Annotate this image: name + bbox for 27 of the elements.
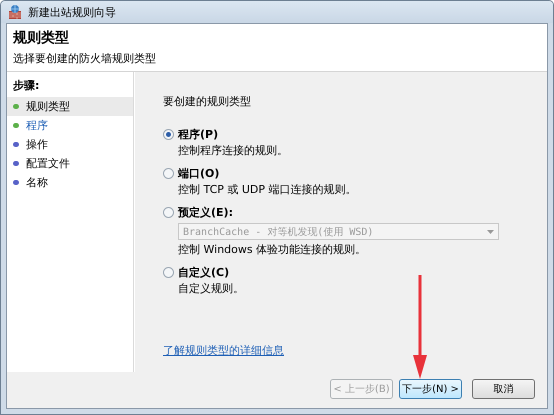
step-item[interactable]: 规则类型 <box>7 97 133 116</box>
page-title: 规则类型 <box>13 29 70 47</box>
option-description: 自定义规则。 <box>177 281 245 296</box>
option-description: 控制程序连接的规则。 <box>177 143 289 158</box>
question-text: 要创建的规则类型 <box>163 94 252 109</box>
option-description: 控制 TCP 或 UDP 端口连接的规则。 <box>177 182 358 197</box>
option-description: 控制 Windows 体验功能连接的规则。 <box>177 242 368 257</box>
option-label[interactable]: 预定义(E): <box>178 205 233 220</box>
steps-heading: 步骤: <box>12 78 40 94</box>
firewall-icon <box>7 4 23 20</box>
radio-button[interactable] <box>163 129 174 140</box>
option-label[interactable]: 端口(O) <box>178 166 220 181</box>
radio-button[interactable] <box>163 267 174 278</box>
window-title: 新建出站规则向导 <box>28 4 116 20</box>
page-subtitle: 选择要创建的防火墙规则类型 <box>13 51 157 66</box>
radio-button[interactable] <box>163 207 174 218</box>
wizard-button[interactable]: 取消 <box>472 379 535 399</box>
radio-button[interactable] <box>163 168 174 179</box>
wizard-button[interactable]: 下一步(N) > <box>399 379 462 399</box>
option-label[interactable]: 自定义(C) <box>178 265 230 280</box>
step-item[interactable]: 程序 <box>7 116 133 135</box>
option-label[interactable]: 程序(P) <box>178 127 218 142</box>
step-item[interactable]: 配置文件 <box>7 154 133 173</box>
step-item[interactable]: 名称 <box>7 173 133 192</box>
step-item[interactable]: 操作 <box>7 135 133 154</box>
caret-icon <box>487 230 494 234</box>
help-link[interactable]: 了解规则类型的详细信息 <box>163 343 284 358</box>
